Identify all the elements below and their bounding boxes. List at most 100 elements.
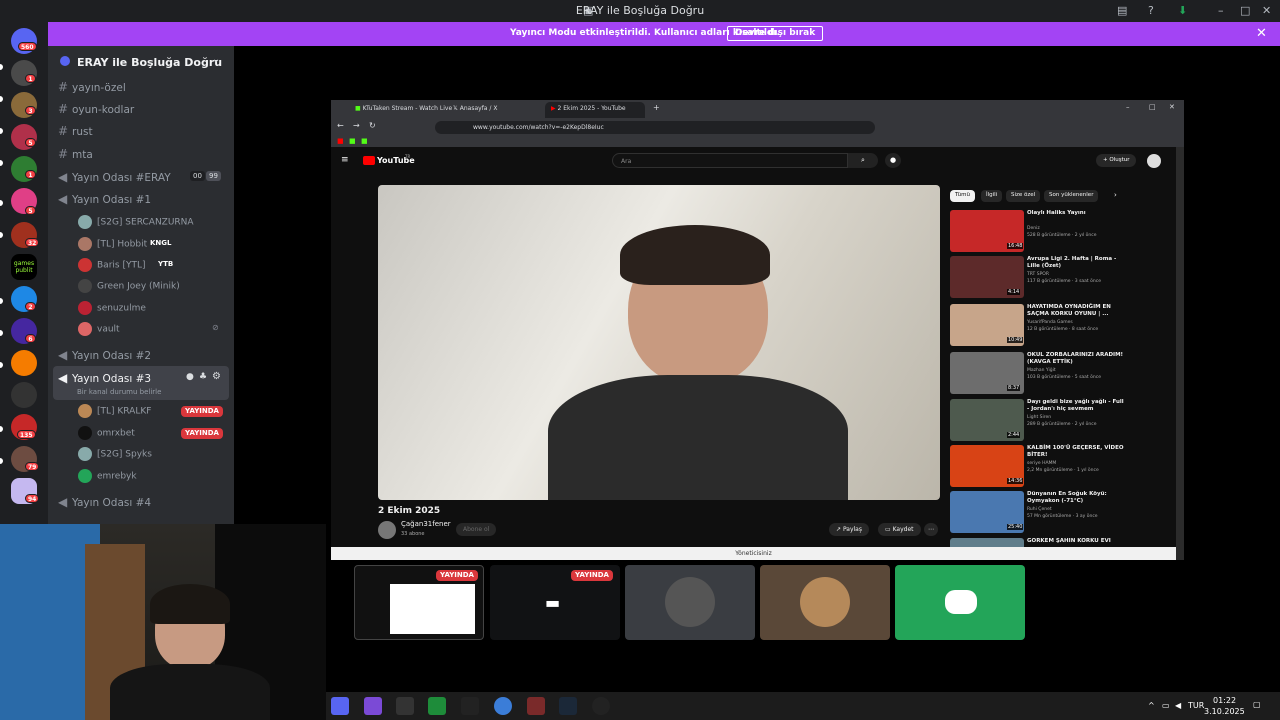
voice-channel-3[interactable]: ◀ Yayın Odası #3 [58, 371, 151, 385]
obs-icon[interactable] [592, 697, 610, 715]
chip-for-you[interactable]: Size özel [1006, 190, 1041, 202]
avatar[interactable] [1147, 154, 1161, 168]
channel-mta[interactable]: # mta [58, 147, 93, 161]
guild-name[interactable]: ERAY ile Boşluğa Doğru [77, 56, 222, 69]
discord-taskbar-icon[interactable] [331, 697, 349, 715]
recommended-video[interactable]: 25:40 Dünyanın En Soğuk Köyü: Oymyakon (-… [950, 491, 1150, 535]
voice-user[interactable]: senuzulme [78, 301, 146, 315]
search-icon[interactable]: ⌕ [848, 153, 878, 168]
chip-recent[interactable]: Son yüklenenler [1044, 190, 1099, 202]
recommended-video[interactable]: 8:37 OKUL ZORBALARINIZI ARADIM! (KAVGA ET… [950, 352, 1150, 396]
app-taskbar-icon[interactable] [494, 697, 512, 715]
input-language[interactable]: TUR [1188, 701, 1204, 710]
user-tile[interactable] [625, 565, 755, 640]
voice-user[interactable]: [S2G] Spyks [78, 447, 152, 461]
games-server-icon[interactable]: games publit [11, 254, 37, 280]
banner-close-icon[interactable]: ✕ [1256, 26, 1267, 41]
create-button[interactable]: + Oluştur [1096, 154, 1137, 167]
channel-oyun-kodlar[interactable]: # oyun-kodlar [58, 102, 134, 116]
maximize-icon[interactable]: □ [1149, 103, 1156, 111]
disable-button[interactable]: Devre dışı bırak [727, 26, 824, 41]
more-icon[interactable]: ⋯ [924, 523, 938, 536]
scrollbar[interactable] [1176, 147, 1184, 560]
menu-icon[interactable]: ≡ [341, 155, 349, 165]
chip-all[interactable]: Tümü [950, 190, 975, 202]
user-tile[interactable] [895, 565, 1025, 640]
terminal-taskbar-icon[interactable] [396, 697, 414, 715]
minimize-icon[interactable]: – [1126, 103, 1130, 111]
video-player[interactable] [378, 185, 940, 500]
back-icon[interactable]: ← [337, 121, 344, 130]
invite-icon[interactable]: ♣ [199, 372, 207, 382]
recommended-video[interactable]: 14:36 KALBİM 100'Ü GEÇERSE, VİDEO BİTER! s… [950, 445, 1150, 489]
inbox-icon[interactable]: ▤ [1117, 4, 1127, 17]
voice-channel-1[interactable]: ◀ Yayın Odası #1 [58, 192, 151, 206]
kick-icon[interactable]: ■ [361, 137, 368, 145]
app-taskbar-icon[interactable] [527, 697, 545, 715]
chevron-down-icon[interactable]: ⌄ [212, 54, 220, 65]
chip-related[interactable]: İlgili [981, 190, 1003, 202]
channel-avatar[interactable] [378, 521, 396, 539]
save-button[interactable]: ▭ Kaydet [878, 523, 921, 536]
voice-user[interactable]: vault [78, 322, 120, 336]
recommended-video[interactable]: 16:48 Olaylı Haliks Yayını Deniz 528 B görü… [950, 210, 1150, 254]
address-bar[interactable]: www.youtube.com/watch?v=-e2KepDl8eIuc [435, 121, 875, 134]
app-taskbar-icon[interactable] [364, 697, 382, 715]
tab-youtube[interactable]: ▶ 2 Ekim 2025 - YouTube [545, 102, 645, 118]
clock-time[interactable]: 01:22 [1213, 696, 1236, 705]
forward-icon[interactable]: → [353, 121, 360, 130]
network-icon[interactable]: ▭ [1162, 701, 1170, 710]
close-icon[interactable]: ✕ [1262, 4, 1271, 17]
reload-icon[interactable]: ↻ [369, 121, 376, 130]
recommended-video[interactable]: 10:49 HAYATIMDA OYNADIĞIM EN SAÇMA KORKU … [950, 304, 1150, 348]
channel-yayin-ozel[interactable]: # yayın-özel [58, 80, 126, 94]
channel-status[interactable]: Bir kanal durumu belirle [77, 388, 161, 396]
settings-icon[interactable]: ⚙ [212, 371, 221, 382]
chevron-right-icon[interactable]: › [1114, 191, 1117, 199]
voice-user[interactable]: [S2G] SERCANZURNA [78, 215, 194, 229]
user-tile[interactable] [760, 565, 890, 640]
search-input[interactable]: Ara [612, 153, 848, 168]
voice-user[interactable]: Green Joey (Minik) [78, 279, 180, 293]
share-button[interactable]: ↗ Paylaş [829, 523, 869, 536]
recommended-video[interactable]: 4:14 Avrupa Ligi 2. Hafta | Roma - Lille … [950, 256, 1150, 300]
close-icon[interactable]: ✕ [1169, 103, 1175, 111]
youtube-icon[interactable]: ■ [337, 137, 344, 145]
voice-user[interactable]: emrebyk [78, 469, 137, 483]
channel-name[interactable]: Çağan31fener [401, 520, 451, 528]
voice-channel-eray[interactable]: ◀ Yayın Odası #ERAY [58, 170, 171, 184]
recommended-video[interactable]: 2:44 Dayı geldi bize yağlı yağlı - Full -… [950, 399, 1150, 443]
unread-dot [0, 298, 3, 304]
maximize-icon[interactable]: □ [1240, 4, 1250, 17]
voice-user[interactable]: [TL] Hobbit [78, 237, 147, 251]
voice-user[interactable]: Baris [YTL] [78, 258, 145, 272]
server-icon[interactable] [11, 350, 37, 376]
epic-games-icon[interactable] [461, 697, 479, 715]
subscribe-button[interactable]: Abone ol [456, 523, 497, 536]
app-taskbar-icon[interactable] [428, 697, 446, 715]
hash-icon: # [58, 102, 69, 116]
new-tab-icon[interactable]: + [653, 103, 660, 112]
voice-channel-4[interactable]: ◀ Yayın Odası #4 [58, 495, 151, 509]
gamepad-icon[interactable] [11, 382, 37, 408]
user-name: senuzulme [97, 303, 146, 314]
minimize-icon[interactable]: – [1218, 4, 1224, 17]
channel-rust[interactable]: # rust [58, 124, 93, 138]
tab-kick[interactable]: ■ KTuTaken Stream - Watch Live - [349, 102, 456, 118]
clock-date[interactable]: 3.10.2025 [1204, 707, 1245, 716]
notification-icon[interactable]: ▢ [1253, 700, 1261, 709]
kick-icon[interactable]: ■ [349, 137, 356, 145]
tab-x[interactable]: 𝕏 Anasayfa / X [447, 102, 542, 118]
mic-icon[interactable]: ● [885, 153, 901, 168]
recommended-video[interactable]: GÖRKEM ŞAHİN KORKU EVİ [950, 538, 1150, 547]
download-icon[interactable]: ⬇ [1178, 4, 1187, 17]
voice-user[interactable]: [TL] KRALKF [78, 404, 151, 418]
chat-icon[interactable]: ● [186, 372, 194, 382]
screen-share-stream[interactable]: ■ KTuTaken Stream - Watch Live - 𝕏 Anasa… [331, 100, 1184, 560]
steam-icon[interactable] [559, 697, 577, 715]
voice-user[interactable]: omrxbet [78, 426, 135, 440]
help-icon[interactable]: ? [1148, 4, 1154, 17]
voice-channel-2[interactable]: ◀ Yayın Odası #2 [58, 348, 151, 362]
tray-chevron-icon[interactable]: ^ [1148, 701, 1155, 710]
volume-icon[interactable]: ◀ [1175, 701, 1181, 710]
